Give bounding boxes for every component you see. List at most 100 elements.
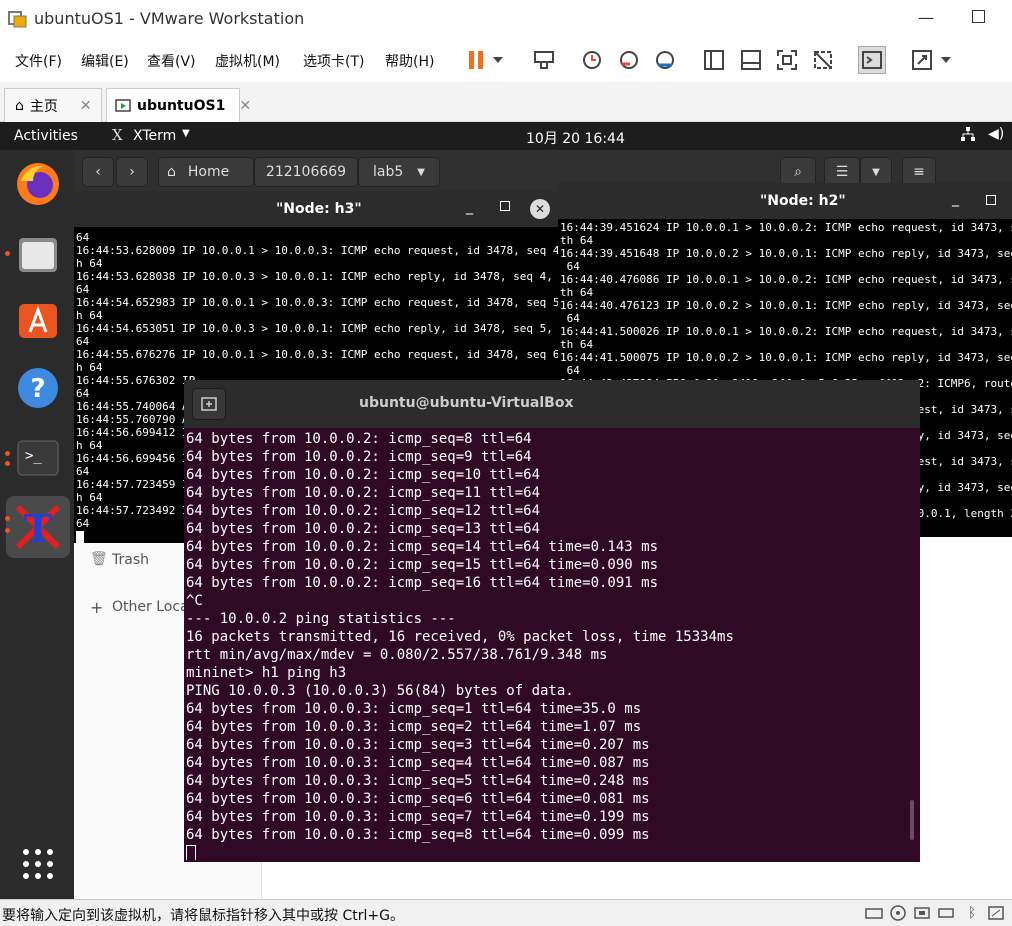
node-h2-titlebar[interactable]: "Node: h2" _: [558, 183, 1012, 219]
app-menu-chevron-icon: ▼: [182, 128, 190, 139]
xterm-dock-icon[interactable]: T: [6, 496, 70, 558]
trash-icon: 🗑: [90, 551, 108, 567]
running-indicator: [5, 528, 10, 533]
send-keys-icon[interactable]: [530, 46, 558, 74]
console-view-icon[interactable]: [858, 46, 886, 74]
plus-icon: +: [90, 598, 104, 617]
cd-rom-icon[interactable]: [886, 901, 910, 925]
terminal-line: mininet> h1 ping h3: [186, 665, 347, 681]
terminal-line: PING 10.0.0.3 (10.0.0.3) 56(84) bytes of…: [186, 683, 574, 699]
main-terminal-title: ubuntu@ubuntu-VirtualBox: [359, 395, 574, 411]
breadcrumb-home[interactable]: ⌂ Home: [158, 157, 254, 187]
stretch-dropdown-icon[interactable]: [936, 46, 956, 74]
stretch-icon[interactable]: [908, 46, 936, 74]
maximize-button[interactable]: [986, 195, 996, 205]
unity-icon[interactable]: [809, 46, 837, 74]
volume-icon[interactable]: ◀): [988, 126, 1004, 142]
activities-button[interactable]: Activities: [14, 128, 78, 144]
show-apps-icon[interactable]: [14, 840, 62, 888]
snapshot-manager-icon[interactable]: [651, 46, 679, 74]
tab-ubuntuos1[interactable]: ubuntuOS1 ✕: [106, 88, 251, 122]
running-indicator: [5, 251, 10, 256]
sound-card-icon[interactable]: [984, 901, 1008, 925]
terminal-line: rtt min/avg/max/mdev = 0.080/2.557/38.76…: [186, 647, 608, 663]
chevron-down-icon: ▼: [417, 166, 425, 178]
minimize-button[interactable]: _: [952, 191, 959, 207]
fullscreen-icon[interactable]: [773, 46, 801, 74]
terminal-line: 64 bytes from 10.0.0.2: icmp_seq=11 ttl=…: [186, 485, 541, 501]
sidebar-toggle-icon[interactable]: [700, 46, 728, 74]
terminal-line: 64: [560, 312, 580, 325]
forward-button[interactable]: ›: [116, 157, 148, 187]
main-terminal-output[interactable]: 64 bytes from 10.0.0.2: icmp_seq=8 ttl=6…: [186, 430, 918, 860]
running-indicator: [5, 516, 10, 521]
terminal-line: 16:44:54.653051 IP 10.0.0.3 > 10.0.0.1: …: [76, 322, 558, 335]
snapshot-icon[interactable]: [578, 46, 606, 74]
close-button[interactable]: ✕: [530, 199, 550, 219]
usb-icon[interactable]: [934, 901, 958, 925]
terminal-line: 16:44:39.451624 IP 10.0.0.1 > 10.0.0.2: …: [560, 221, 1012, 234]
hard-disk-icon[interactable]: [862, 901, 886, 925]
terminal-line: 64 bytes from 10.0.0.3: icmp_seq=1 ttl=6…: [186, 701, 642, 717]
breadcrumb-current-label: lab5: [373, 164, 404, 180]
terminal-line: th 64: [560, 286, 594, 299]
pause-button[interactable]: [462, 46, 490, 74]
terminal-line: 64 bytes from 10.0.0.3: icmp_seq=4 ttl=6…: [186, 755, 650, 771]
revert-snapshot-icon[interactable]: [615, 46, 643, 74]
home-icon: ⌂: [167, 164, 176, 180]
tab-home[interactable]: ⌂ 主页 ✕: [4, 88, 102, 122]
software-center-icon[interactable]: [14, 296, 62, 344]
minimize-button[interactable]: _: [466, 199, 473, 215]
app-menu-label[interactable]: XTerm: [133, 128, 176, 144]
menu-help[interactable]: 帮助(H): [385, 51, 434, 71]
terminal-line: 16 packets transmitted, 16 received, 0% …: [186, 629, 734, 645]
terminal-line: 16:44:54.652983 IP 10.0.0.1 > 10.0.0.3: …: [76, 296, 558, 309]
breadcrumb-item[interactable]: 212106669: [254, 157, 358, 187]
help-icon[interactable]: ?: [14, 364, 62, 412]
terminal-icon[interactable]: >_: [14, 434, 62, 482]
close-icon[interactable]: ✕: [239, 98, 251, 114]
terminal-line: 64 bytes from 10.0.0.3: icmp_seq=3 ttl=6…: [186, 737, 650, 753]
terminal-line: 16:44:53.628009 IP 10.0.0.1 > 10.0.0.3: …: [76, 244, 558, 257]
menu-edit[interactable]: 编辑(E): [81, 51, 129, 71]
window-title: ubuntuOS1 - VMware Workstation: [34, 9, 305, 28]
clock[interactable]: 10月 20 16:44: [526, 128, 625, 148]
main-terminal-titlebar[interactable]: ubuntu@ubuntu-VirtualBox: [184, 380, 920, 428]
files-icon[interactable]: [14, 230, 62, 278]
firefox-icon[interactable]: [14, 160, 62, 208]
thumbnail-bar-icon[interactable]: [737, 46, 765, 74]
back-button[interactable]: ‹: [82, 157, 114, 187]
terminal-line: 64 bytes from 10.0.0.3: icmp_seq=5 ttl=6…: [186, 773, 650, 789]
maximize-button[interactable]: [500, 201, 510, 211]
sidebar-item-trash[interactable]: Trash: [112, 552, 149, 568]
terminal-line: --- 10.0.0.2 ping statistics ---: [186, 611, 456, 627]
node-h3-titlebar[interactable]: "Node: h3" _ ✕: [74, 191, 558, 227]
breadcrumb-current[interactable]: lab5 ▼: [358, 157, 440, 187]
node-h3-title: "Node: h3": [276, 201, 362, 217]
minimize-button[interactable]: —: [918, 8, 934, 27]
maximize-button[interactable]: [972, 10, 985, 23]
terminal-line: 16:44:41.500075 IP 10.0.0.2 > 10.0.0.1: …: [560, 351, 1012, 364]
bluetooth-icon[interactable]: ᛒ: [960, 901, 984, 925]
menu-vm[interactable]: 虚拟机(M): [215, 51, 280, 71]
terminal-line: 64: [560, 364, 580, 377]
terminal-line: th 64: [560, 234, 594, 247]
close-icon[interactable]: ✕: [80, 98, 92, 114]
sidebar-item-other-locations[interactable]: Other Loca: [112, 599, 189, 615]
new-tab-icon[interactable]: [192, 388, 226, 420]
terminal-line: 64 bytes from 10.0.0.3: icmp_seq=7 ttl=6…: [186, 809, 650, 825]
network-adapter-icon[interactable]: [910, 901, 934, 925]
terminal-line: 64 bytes from 10.0.0.2: icmp_seq=15 ttl=…: [186, 557, 659, 573]
menu-tabs[interactable]: 选项卡(T): [303, 51, 364, 71]
terminal-line: 64: [76, 335, 90, 348]
terminal-line: 64 bytes from 10.0.0.2: icmp_seq=12 ttl=…: [186, 503, 541, 519]
network-icon[interactable]: [960, 126, 976, 146]
terminal-line: 64 bytes from 10.0.0.2: icmp_seq=9 ttl=6…: [186, 449, 532, 465]
menu-file[interactable]: 文件(F): [15, 51, 62, 71]
home-icon: ⌂: [15, 97, 24, 114]
pause-dropdown-icon[interactable]: [488, 46, 508, 74]
scrollbar[interactable]: [910, 800, 914, 840]
cursor: [186, 845, 196, 860]
menu-view[interactable]: 查看(V): [147, 51, 196, 71]
terminal-line: 64 bytes from 10.0.0.2: icmp_seq=13 ttl=…: [186, 521, 541, 537]
